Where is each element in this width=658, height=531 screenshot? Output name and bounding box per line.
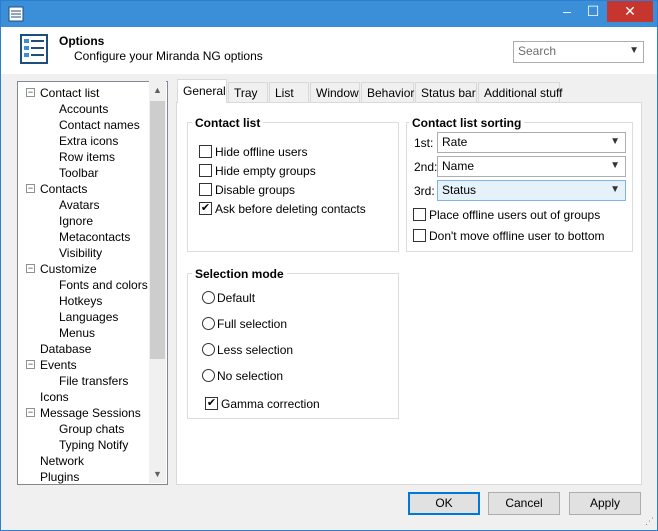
tree-item[interactable]: Fonts and colors	[59, 277, 148, 293]
tab-window[interactable]: Window	[310, 82, 360, 102]
sorting-option-checkbox[interactable]	[413, 229, 426, 242]
tree-item[interactable]: Database	[40, 341, 91, 357]
selection-mode-label: Default	[217, 291, 256, 305]
sort-order-value: Status	[442, 183, 477, 197]
options-icon	[20, 34, 48, 64]
tab-behavior[interactable]: Behavior	[361, 82, 414, 102]
tree-item[interactable]: Row items	[59, 149, 115, 165]
cancel-button[interactable]: Cancel	[488, 492, 560, 515]
tree-item[interactable]: File transfers	[59, 373, 128, 389]
tree-expander-icon[interactable]: −	[26, 360, 35, 369]
tree-item[interactable]: Network	[40, 453, 84, 469]
tree-item[interactable]: Group chats	[59, 421, 124, 437]
tree-item[interactable]: Ignore	[59, 213, 93, 229]
tree-item[interactable]: Plugins	[40, 469, 79, 484]
tree-item[interactable]: Visibility	[59, 245, 102, 261]
sort-order-value: Name	[442, 159, 475, 173]
sort-order-select[interactable]: Status ▼	[437, 180, 626, 201]
page-title: Options	[59, 34, 105, 48]
selection-mode-label: Full selection	[217, 317, 288, 331]
search-placeholder: Search	[518, 44, 557, 58]
sorting-group-title: Contact list sorting	[409, 116, 525, 130]
tree-item[interactable]: Events	[40, 357, 77, 373]
tab-general[interactable]: General	[177, 79, 227, 103]
options-tree[interactable]: − Contact list Accounts Contact names Extra …	[17, 81, 168, 485]
selection-mode-radio[interactable]	[202, 317, 215, 330]
sort-order-select[interactable]: Rate ▼	[437, 132, 626, 153]
selection-mode-group-title: Selection mode	[192, 267, 287, 281]
tree-item[interactable]: Metacontacts	[59, 229, 130, 245]
selection-mode-label: No selection	[217, 369, 284, 383]
chevron-down-icon[interactable]: ▼	[610, 160, 620, 171]
tree-item[interactable]: Message Sessions	[40, 405, 141, 421]
tree-item[interactable]: Accounts	[59, 101, 108, 117]
tree-item[interactable]: Languages	[59, 309, 118, 325]
contact-list-option-checkbox[interactable]: ✔	[199, 202, 212, 215]
sort-order-label: 1st:	[414, 136, 434, 150]
page-subtitle: Configure your Miranda NG options	[74, 49, 263, 63]
maximize-button[interactable]: ☐	[580, 1, 606, 22]
sort-order-label: 2nd:	[414, 160, 438, 174]
chevron-down-icon[interactable]: ▼	[610, 184, 620, 195]
tab-list[interactable]: List	[269, 82, 309, 102]
tree-item[interactable]: Toolbar	[59, 165, 98, 181]
options-app-icon[interactable]	[8, 6, 24, 22]
ok-button[interactable]: OK	[408, 492, 480, 515]
sorting-option-checkbox[interactable]	[413, 208, 426, 221]
tree-expander-icon[interactable]: −	[26, 88, 35, 97]
tab-additional-stuff[interactable]: Additional stuff	[478, 82, 563, 102]
search-input[interactable]: Search ▼	[513, 41, 644, 63]
title-bar: – ☐ ✕	[1, 1, 657, 27]
tree-item[interactable]: Extra icons	[59, 133, 118, 149]
sorting-option-label: Don't move offline user to bottom	[429, 229, 605, 243]
tree-item[interactable]: Menus	[59, 325, 95, 341]
contact-list-option-checkbox[interactable]	[199, 145, 212, 158]
tree-expander-icon[interactable]: −	[26, 264, 35, 273]
tree-item[interactable]: Typing Notify	[59, 437, 128, 453]
selection-mode-label: Less selection	[217, 343, 294, 357]
tab-tray[interactable]: Tray	[228, 82, 268, 102]
tab-status-bar[interactable]: Status bar	[415, 82, 477, 102]
tree-item[interactable]: Hotkeys	[59, 293, 102, 309]
scrollbar-thumb[interactable]	[150, 101, 165, 359]
scroll-down-icon[interactable]: ▼	[153, 469, 162, 479]
gamma-correction-label: Gamma correction	[221, 397, 320, 411]
tree-item[interactable]: Contacts	[40, 181, 87, 197]
header-banner: Options Configure your Miranda NG option…	[1, 27, 657, 74]
sort-order-select[interactable]: Name ▼	[437, 156, 626, 177]
contact-list-option-label: Disable groups	[215, 183, 296, 197]
contact-list-option-label: Hide offline users	[215, 145, 308, 159]
apply-button[interactable]: Apply	[569, 492, 641, 515]
contact-list-option-label: Ask before deleting contacts	[215, 202, 366, 216]
contact-list-group-title: Contact list	[192, 116, 264, 130]
tree-expander-icon[interactable]: −	[26, 184, 35, 193]
sorting-option-label: Place offline users out of groups	[429, 208, 601, 222]
scroll-up-icon[interactable]: ▲	[153, 85, 162, 95]
tree-item[interactable]: Contact list	[40, 85, 99, 101]
selection-mode-radio[interactable]	[202, 369, 215, 382]
selection-mode-radio[interactable]	[202, 343, 215, 356]
minimize-button[interactable]: –	[554, 1, 580, 22]
gamma-correction-checkbox[interactable]: ✔	[205, 397, 218, 410]
options-window: – ☐ ✕ Options Configure your Miranda NG …	[0, 0, 658, 531]
contact-list-option-checkbox[interactable]	[199, 164, 212, 177]
close-button[interactable]: ✕	[607, 1, 653, 22]
resize-grip-icon[interactable]: ⋰	[645, 516, 654, 527]
contact-list-option-checkbox[interactable]	[199, 183, 212, 196]
tree-item[interactable]: Contact names	[59, 117, 140, 133]
chevron-down-icon[interactable]: ▼	[629, 45, 639, 56]
sort-order-label: 3rd:	[414, 184, 435, 198]
tree-item[interactable]: Avatars	[59, 197, 99, 213]
selection-mode-radio[interactable]	[202, 291, 215, 304]
contact-list-option-label: Hide empty groups	[215, 164, 316, 178]
chevron-down-icon[interactable]: ▼	[610, 136, 620, 147]
tree-item[interactable]: Customize	[40, 261, 97, 277]
tree-item[interactable]: Icons	[40, 389, 69, 405]
sort-order-value: Rate	[442, 135, 468, 149]
tree-expander-icon[interactable]: −	[26, 408, 35, 417]
